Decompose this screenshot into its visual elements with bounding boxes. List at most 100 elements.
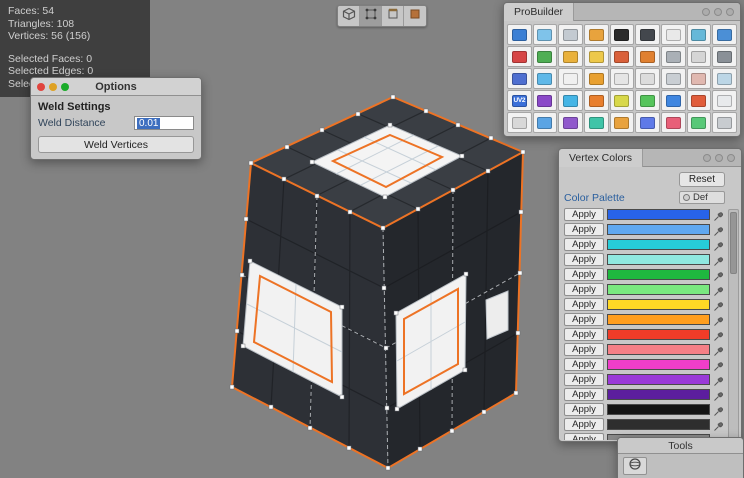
apply-color-button[interactable]: Apply [564,373,604,386]
probuilder-tool-button[interactable]: UV2 [507,90,532,111]
eyedropper-icon[interactable] [713,209,725,221]
apply-color-button[interactable]: Apply [564,403,604,416]
palette-scrollbar[interactable] [728,209,739,439]
probuilder-tool-button[interactable] [661,68,686,89]
apply-color-button[interactable]: Apply [564,313,604,326]
window-close-icon[interactable] [726,8,734,16]
eyedropper-icon[interactable] [713,419,725,431]
eyedropper-icon[interactable] [713,224,725,236]
probuilder-tool-button[interactable] [661,90,686,111]
probuilder-tool-button[interactable] [687,68,712,89]
probuilder-tool-button[interactable] [558,112,583,133]
probuilder-tool-button[interactable] [661,46,686,67]
vertex-colors-tab[interactable]: Vertex Colors [559,149,643,167]
apply-color-button[interactable]: Apply [564,298,604,311]
probuilder-tool-button[interactable] [610,24,635,45]
edge-mode-button[interactable] [382,6,404,26]
probuilder-tool-button[interactable] [687,46,712,67]
probuilder-tool-button[interactable] [635,46,660,67]
probuilder-tool-button[interactable] [507,112,532,133]
apply-color-button[interactable]: Apply [564,418,604,431]
apply-color-button[interactable]: Apply [564,238,604,251]
color-swatch[interactable] [607,224,710,235]
probuilder-tool-button[interactable] [584,90,609,111]
eyedropper-icon[interactable] [713,299,725,311]
window-lock-icon[interactable] [715,154,723,162]
color-swatch[interactable] [607,389,710,400]
probuilder-tool-button[interactable] [610,112,635,133]
palette-asset-field[interactable]: Def [679,191,725,204]
reset-button[interactable]: Reset [679,172,725,187]
window-menu-icon[interactable] [702,8,710,16]
probuilder-tool-button[interactable] [712,46,737,67]
eyedropper-icon[interactable] [713,359,725,371]
probuilder-tool-button[interactable] [584,24,609,45]
apply-color-button[interactable]: Apply [564,253,604,266]
face-mode-button[interactable] [404,6,426,26]
probuilder-tool-button[interactable] [507,24,532,45]
apply-color-button[interactable]: Apply [564,223,604,236]
minimize-icon[interactable] [49,83,57,91]
apply-color-button[interactable]: Apply [564,433,604,440]
probuilder-tool-button[interactable] [635,90,660,111]
probuilder-tool-button[interactable] [635,68,660,89]
palette-scrollbar-thumb[interactable] [730,212,737,274]
eyedropper-icon[interactable] [713,404,725,416]
apply-color-button[interactable]: Apply [564,388,604,401]
color-swatch[interactable] [607,374,710,385]
apply-color-button[interactable]: Apply [564,283,604,296]
probuilder-tool-button[interactable] [558,24,583,45]
window-lock-icon[interactable] [714,8,722,16]
probuilder-tool-button[interactable] [661,112,686,133]
color-swatch[interactable] [607,269,710,280]
probuilder-tool-button[interactable] [533,112,558,133]
apply-color-button[interactable]: Apply [564,343,604,356]
eyedropper-icon[interactable] [713,254,725,266]
probuilder-tool-button[interactable] [687,24,712,45]
close-icon[interactable] [37,83,45,91]
color-swatch[interactable] [607,239,710,250]
probuilder-tool-button[interactable] [507,46,532,67]
apply-color-button[interactable]: Apply [564,358,604,371]
window-menu-icon[interactable] [703,154,711,162]
eyedropper-icon[interactable] [713,329,725,341]
probuilder-tool-button[interactable] [712,68,737,89]
vertex-colors-titlebar[interactable]: Vertex Colors [559,149,741,167]
probuilder-tool-button[interactable] [687,112,712,133]
probuilder-tool-button[interactable] [661,24,686,45]
probuilder-tool-button[interactable] [610,90,635,111]
vertex-mode-button[interactable] [360,6,382,26]
probuilder-tool-button[interactable] [712,112,737,133]
probuilder-tool-button[interactable] [635,112,660,133]
probuilder-tool-button[interactable] [584,112,609,133]
color-swatch[interactable] [607,209,710,220]
color-swatch[interactable] [607,299,710,310]
color-swatch[interactable] [607,344,710,355]
probuilder-tool-button[interactable] [584,68,609,89]
color-swatch[interactable] [607,254,710,265]
probuilder-tool-button[interactable] [584,46,609,67]
probuilder-tab[interactable]: ProBuilder [504,3,574,21]
eyedropper-icon[interactable] [713,239,725,251]
probuilder-tool-button[interactable] [533,68,558,89]
color-swatch[interactable] [607,329,710,340]
apply-color-button[interactable]: Apply [564,208,604,221]
color-swatch[interactable] [607,419,710,430]
probuilder-tool-button[interactable] [687,90,712,111]
apply-color-button[interactable]: Apply [564,328,604,341]
probuilder-tool-button[interactable] [712,90,737,111]
eyedropper-icon[interactable] [713,269,725,281]
eyedropper-icon[interactable] [713,314,725,326]
object-mode-button[interactable] [338,6,360,26]
eyedropper-icon[interactable] [713,344,725,356]
color-swatch[interactable] [607,359,710,370]
probuilder-tool-button[interactable] [635,24,660,45]
probuilder-titlebar[interactable]: ProBuilder [504,3,740,21]
eyedropper-icon[interactable] [713,284,725,296]
zoom-icon[interactable] [61,83,69,91]
probuilder-tool-button[interactable] [558,46,583,67]
probuilder-tool-button[interactable] [533,90,558,111]
color-swatch[interactable] [607,284,710,295]
probuilder-tool-button[interactable] [610,68,635,89]
color-swatch[interactable] [607,404,710,415]
